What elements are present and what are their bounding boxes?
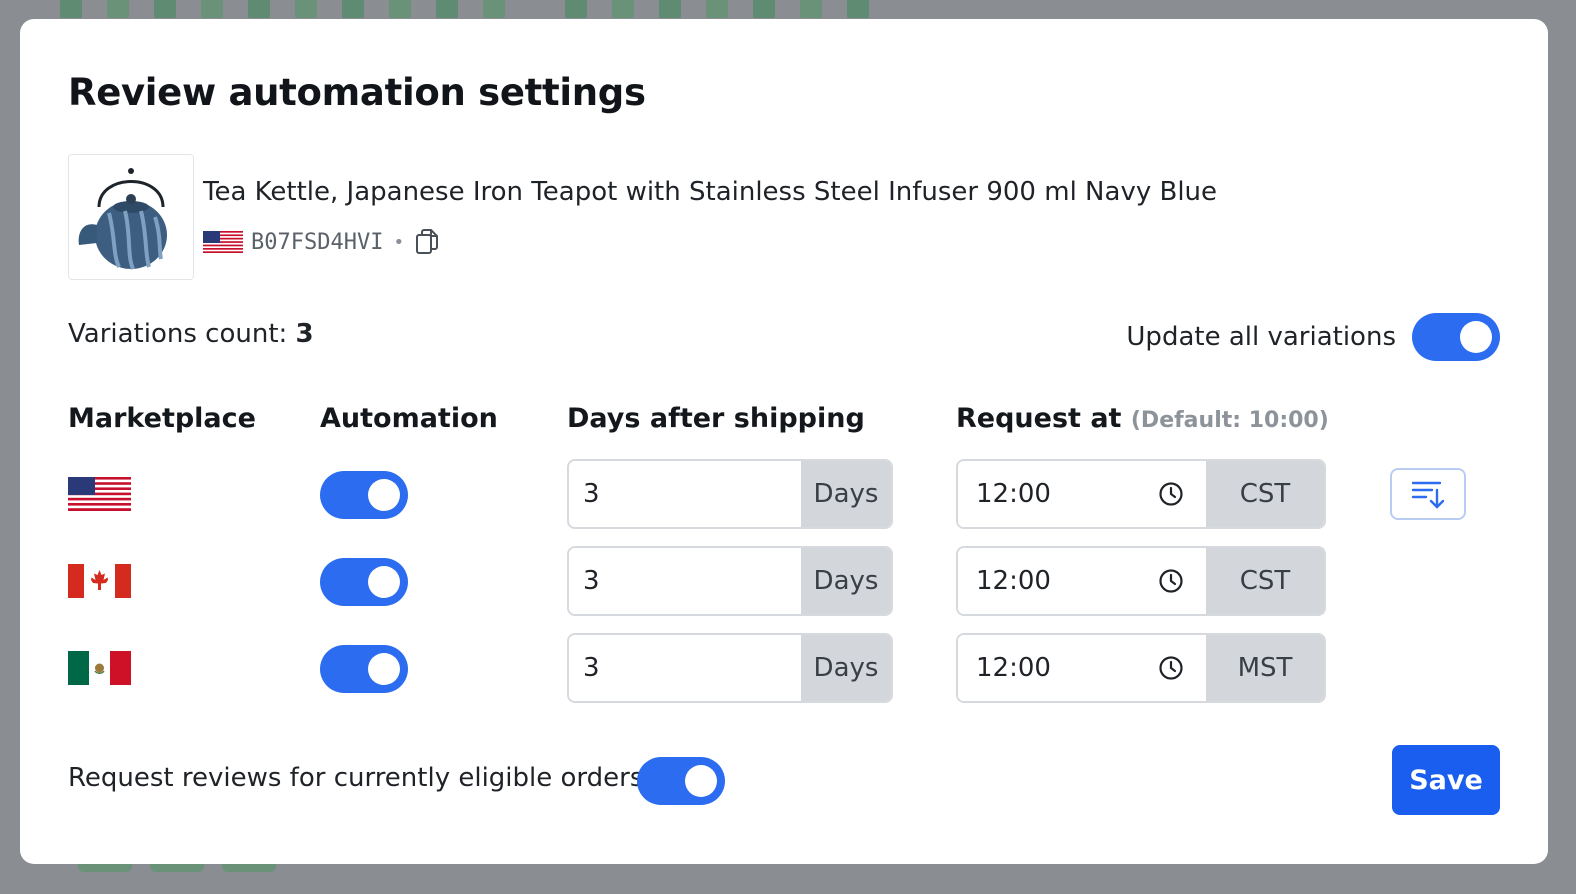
- days-input-us[interactable]: 3: [569, 461, 801, 527]
- days-unit-ca: Days: [801, 548, 891, 614]
- update-all-label: Update all variations: [1126, 322, 1396, 352]
- column-automation: Automation: [320, 403, 498, 434]
- save-button[interactable]: Save: [1392, 745, 1500, 815]
- time-value-mx: 12:00: [976, 653, 1051, 683]
- timezone-us: CST: [1206, 461, 1324, 527]
- automation-toggle-us[interactable]: [320, 471, 408, 519]
- product-meta: B07FSD4HVI •: [203, 228, 440, 256]
- automation-toggle-ca[interactable]: [320, 558, 408, 606]
- timezone-ca: CST: [1206, 548, 1324, 614]
- eligible-orders-toggle[interactable]: [637, 757, 725, 805]
- variations-count-label: Variations count:: [68, 319, 288, 349]
- product-asin: B07FSD4HVI: [251, 229, 384, 255]
- time-input-us[interactable]: 12:00: [958, 461, 1206, 527]
- us-flag-icon: [203, 231, 243, 253]
- request-time-us: 12:00 CST: [956, 459, 1326, 529]
- product-image: [68, 154, 194, 280]
- days-unit-us: Days: [801, 461, 891, 527]
- product-title: Tea Kettle, Japanese Iron Teapot with St…: [203, 177, 1218, 207]
- time-value-us: 12:00: [976, 479, 1051, 509]
- variations-count: Variations count: 3: [68, 319, 314, 349]
- mx-flag-icon: [68, 651, 131, 685]
- days-unit-mx: Days: [801, 635, 891, 701]
- eligible-orders-label: Request reviews for currently eligible o…: [68, 763, 644, 793]
- days-field-mx: 3 Days: [567, 633, 893, 703]
- variations-count-value: 3: [295, 319, 314, 349]
- days-field-ca: 3 Days: [567, 546, 893, 616]
- update-all-toggle[interactable]: [1412, 313, 1500, 361]
- days-input-ca[interactable]: 3: [569, 548, 801, 614]
- request-at-default: (Default: 10:00): [1130, 408, 1329, 433]
- request-time-ca: 12:00 CST: [956, 546, 1326, 616]
- automation-toggle-mx[interactable]: [320, 645, 408, 693]
- background-app-footer: [78, 864, 276, 872]
- request-at-label: Request at: [956, 403, 1122, 434]
- time-input-mx[interactable]: 12:00: [958, 635, 1206, 701]
- copy-icon[interactable]: [414, 228, 440, 256]
- marketplace-row-ca: 3 Days 12:00 CST: [20, 546, 1548, 618]
- background-app-bar: [60, 0, 894, 18]
- time-value-ca: 12:00: [976, 566, 1051, 596]
- marketplace-row-mx: 3 Days 12:00 MST: [20, 633, 1548, 705]
- clock-icon[interactable]: [1158, 481, 1184, 507]
- column-request-at: Request at (Default: 10:00): [956, 403, 1329, 434]
- column-days-after-shipping: Days after shipping: [567, 403, 865, 434]
- apply-to-all-button[interactable]: [1390, 468, 1466, 520]
- us-flag-icon: [68, 477, 131, 511]
- ca-flag-icon: [68, 564, 131, 598]
- clock-icon[interactable]: [1158, 568, 1184, 594]
- timezone-mx: MST: [1206, 635, 1324, 701]
- meta-separator: •: [393, 231, 405, 253]
- request-time-mx: 12:00 MST: [956, 633, 1326, 703]
- days-input-mx[interactable]: 3: [569, 635, 801, 701]
- time-input-ca[interactable]: 12:00: [958, 548, 1206, 614]
- modal-title: Review automation settings: [68, 71, 646, 114]
- sort-down-icon: [1411, 481, 1445, 509]
- days-field-us: 3 Days: [567, 459, 893, 529]
- update-all-variations: Update all variations: [1126, 313, 1500, 361]
- column-marketplace: Marketplace: [68, 403, 256, 434]
- marketplace-row-us: 3 Days 12:00 CST: [20, 459, 1548, 531]
- clock-icon[interactable]: [1158, 655, 1184, 681]
- review-automation-modal: Review automation settings Tea Kettle, J…: [20, 19, 1548, 864]
